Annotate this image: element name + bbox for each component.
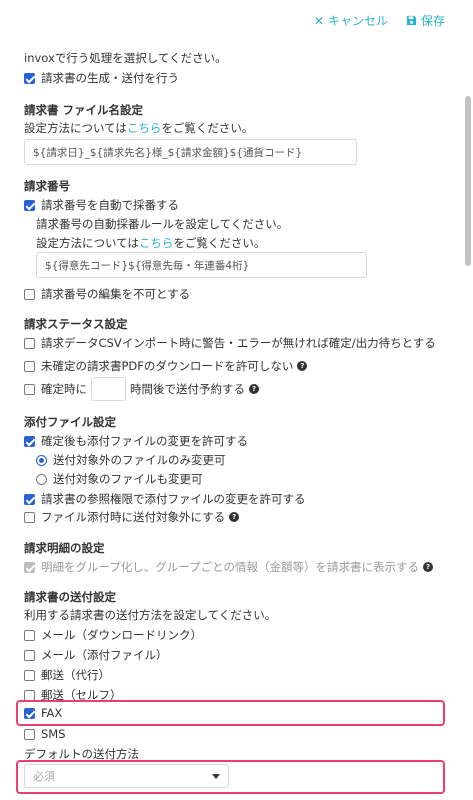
invoice-number-help: 設定方法については こちら をご覧ください。 [36, 235, 266, 251]
checkbox-checked[interactable] [24, 493, 35, 505]
close-icon: ✕ [313, 13, 324, 28]
checkbox-checked[interactable] [24, 199, 35, 211]
radio-exclude-only[interactable]: 送付対象外のファイルのみ変更可 [36, 452, 226, 468]
generate-send-option[interactable]: 請求書の生成・送付を行う [24, 70, 179, 86]
top-actions: ✕ キャンセル 保存 [314, 12, 445, 29]
group-details-option: 明細をグループ化し、グループごとの情報（金額等）を請求書に表示する ? [24, 559, 434, 575]
radio-include[interactable]: 送付対象のファイルも変更可 [36, 471, 203, 487]
save-button[interactable]: 保存 [406, 12, 445, 29]
filename-help-link[interactable]: こちら [127, 120, 162, 136]
exclude-on-attach-option[interactable]: ファイル添付時に送付対象外にする ? [24, 509, 240, 525]
processing-intro: invoxで行う処理を選択してください。 [24, 51, 227, 65]
cancel-button[interactable]: ✕ キャンセル [314, 12, 388, 29]
invoice-number-format-input[interactable]: ${得意先コード}${得意先毎・年連番4桁} [36, 252, 367, 278]
invoice-number-heading: 請求番号 [24, 179, 70, 193]
checkbox-unchecked[interactable] [24, 629, 35, 641]
details-heading: 請求明細の設定 [24, 541, 105, 555]
csv-import-option[interactable]: 請求データCSVインポート時に警告・エラーが無ければ確定/出力待ちとする [24, 335, 436, 351]
filename-input[interactable]: ${請求日}_${請求先名}様_${請求金額}${通貨コード} [24, 139, 357, 165]
checkbox-unchecked[interactable] [24, 728, 35, 740]
sending-intro: 利用する請求書の送付方法を設定してください。 [24, 608, 277, 622]
schedule-send-option[interactable]: 確定時に 時間後で送付予約する ? [24, 377, 259, 401]
filename-help: 設定方法については こちら をご覧ください。 [24, 120, 254, 136]
floppy-disk-icon [406, 15, 417, 26]
allow-change-option[interactable]: 確定後も添付ファイルの変更を許可する [24, 433, 248, 449]
checkbox-unchecked[interactable] [24, 337, 35, 349]
radio-selected[interactable] [36, 454, 47, 466]
sending-heading: 請求書の送付設定 [24, 590, 116, 604]
method-email-attachment[interactable]: メール（添付ファイル） [24, 647, 168, 663]
status-heading: 請求ステータス設定 [24, 317, 128, 331]
method-post-proxy[interactable]: 郵送（代行） [24, 667, 110, 683]
disable-edit-option[interactable]: 請求番号の編集を不可とする [24, 286, 190, 302]
invoice-number-help-link[interactable]: こちら [139, 235, 174, 251]
checkbox-disabled [24, 561, 35, 573]
checkbox-unchecked[interactable] [24, 511, 35, 523]
filename-heading: 請求書 ファイル名設定 [24, 103, 144, 117]
scrollbar[interactable] [465, 96, 471, 266]
highlight-fax [16, 700, 445, 726]
highlight-default-method [16, 760, 445, 794]
perm-change-option[interactable]: 請求書の参照権限で添付ファイルの変更を許可する [24, 491, 306, 507]
method-email-link[interactable]: メール（ダウンロードリンク） [24, 627, 202, 643]
pdf-download-option[interactable]: 未確定の請求書PDFのダウンロードを許可しない ? [24, 358, 308, 374]
auto-number-option[interactable]: 請求番号を自動で採番する [24, 197, 179, 213]
attachments-heading: 添付ファイル設定 [24, 415, 116, 429]
cancel-label: キャンセル [327, 14, 388, 28]
hours-input[interactable] [91, 377, 126, 401]
checkbox-checked[interactable] [24, 72, 35, 84]
checkbox-unchecked[interactable] [24, 689, 35, 701]
checkbox-checked[interactable] [24, 435, 35, 447]
checkbox-unchecked[interactable] [24, 383, 35, 395]
checkbox-unchecked[interactable] [24, 360, 35, 372]
checkbox-unchecked[interactable] [24, 288, 35, 300]
help-icon[interactable]: ? [423, 562, 434, 572]
checkbox-unchecked[interactable] [24, 669, 35, 681]
method-sms[interactable]: SMS [24, 727, 66, 741]
auto-number-rule-text: 請求番号の自動採番ルールを設定してください。 [36, 217, 289, 231]
help-icon[interactable]: ? [297, 361, 308, 371]
save-label: 保存 [420, 14, 445, 28]
help-icon[interactable]: ? [229, 512, 240, 522]
checkbox-unchecked[interactable] [24, 649, 35, 661]
help-icon[interactable]: ? [249, 384, 259, 394]
radio-unselected[interactable] [36, 473, 47, 485]
